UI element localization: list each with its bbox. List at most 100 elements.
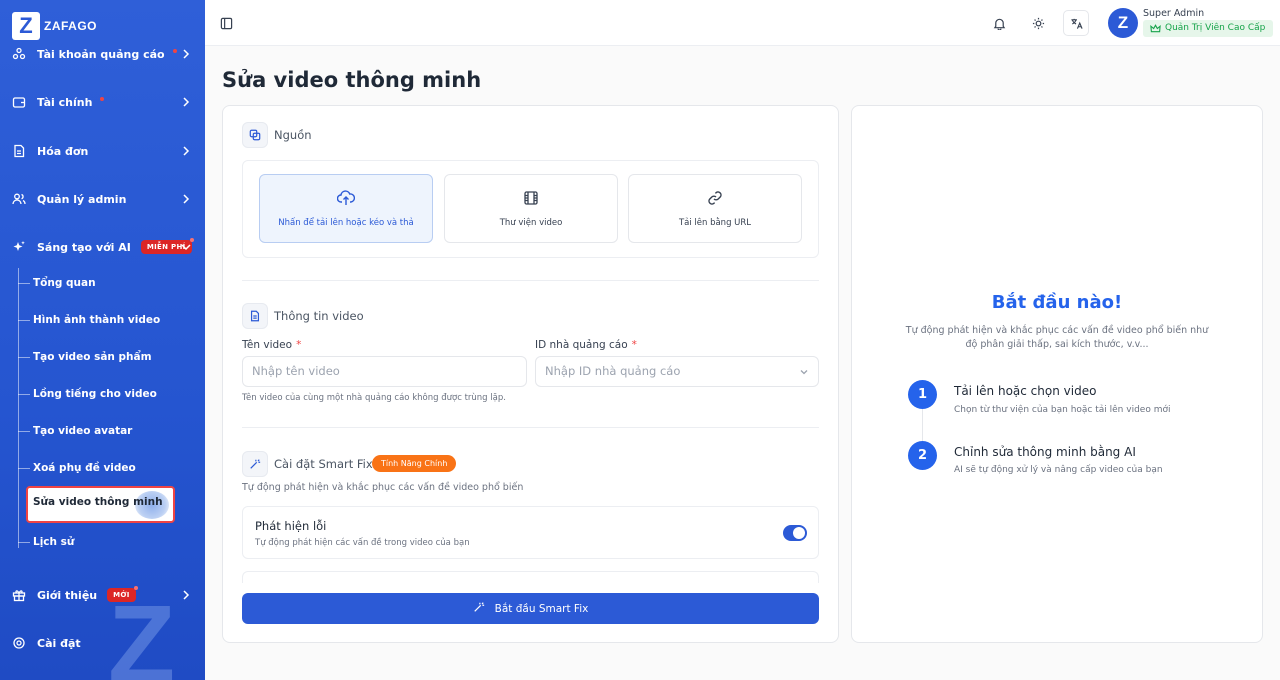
- url-option-label: Tải lên bằng URL: [678, 217, 752, 228]
- logo-mark: Z: [12, 12, 40, 40]
- library-option-label: Thư viện video: [499, 217, 563, 228]
- user-role-badge: Quản Trị Viên Cao Cấp: [1143, 20, 1274, 37]
- subnav-connector: [18, 320, 30, 321]
- video-name-label: Tên video *: [242, 339, 302, 351]
- logo-text: ZAFAGO: [44, 19, 97, 33]
- invoice-icon: [12, 144, 26, 158]
- sidebar-item-referral[interactable]: Giới thiệu MỚI: [12, 580, 193, 610]
- subnav-line: [18, 268, 19, 548]
- notification-dot: [100, 97, 105, 101]
- sidebar-item-label: Tài chính: [37, 95, 93, 109]
- chevron-right-icon: [183, 590, 190, 600]
- sub-item-voiceover[interactable]: Lồng tiếng cho video: [33, 384, 157, 404]
- gear-icon: [12, 636, 26, 650]
- guide-heading: Bắt đầu nào!: [991, 292, 1123, 313]
- topbar: Z Super Admin Quản Trị Viên Cao Cấp: [205, 0, 1280, 46]
- start-smart-fix-button[interactable]: Bắt đầu Smart Fix: [242, 593, 819, 624]
- sidebar-toggle-icon[interactable]: [213, 10, 239, 36]
- sidebar-item-label: Giới thiệu: [37, 588, 98, 602]
- step-title: Tải lên hoặc chọn video: [954, 384, 1097, 398]
- page-title: Sửa video thông minh: [222, 68, 482, 92]
- chevron-right-icon: [183, 146, 190, 156]
- advertiser-id-label: ID nhà quảng cáo *: [535, 339, 637, 351]
- user-name: Super Admin: [1143, 8, 1205, 19]
- guide-subtitle-line2: độ phân giải thấp, sai kích thước, v.v..…: [965, 339, 1149, 350]
- wallet-icon: [12, 95, 26, 109]
- step-number: 2: [908, 441, 937, 470]
- guide-card: [851, 105, 1263, 643]
- sidebar-item-settings[interactable]: Cài đặt: [12, 628, 193, 658]
- step-number: 1: [908, 380, 937, 409]
- sidebar-item-label: Sáng tạo với AI: [37, 240, 131, 254]
- upload-option[interactable]: Nhấn để tải lên hoặc kéo và thả: [259, 174, 433, 243]
- sidebar-item-ad-accounts[interactable]: Tài khoản quảng cáo: [12, 39, 193, 69]
- upload-cloud-icon: [336, 189, 356, 209]
- brand-logo[interactable]: Z ZAFAGO: [12, 12, 97, 40]
- advertiser-id-placeholder: Nhập ID nhà quảng cáo: [545, 364, 681, 378]
- chevron-down-icon: [181, 244, 191, 251]
- sub-item-label: Sửa video thông minh: [33, 496, 163, 508]
- main-feature-badge: Tính Năng Chính: [372, 455, 457, 472]
- copy-icon: [242, 122, 268, 148]
- avatar[interactable]: Z: [1108, 8, 1138, 38]
- sub-item-smart-edit-active[interactable]: Sửa video thông minh: [26, 486, 175, 523]
- sun-icon[interactable]: [1025, 10, 1051, 36]
- library-option[interactable]: Thư viện video: [444, 174, 618, 243]
- notification-dot: [172, 49, 177, 53]
- subnav-connector: [18, 357, 30, 358]
- video-info-title: Thông tin video: [274, 309, 364, 323]
- gift-icon: [12, 588, 26, 602]
- advertiser-id-select[interactable]: Nhập ID nhà quảng cáo: [535, 356, 819, 387]
- subnav-connector: [18, 468, 30, 469]
- ad-accounts-icon: [12, 47, 26, 61]
- error-detect-desc: Tự động phát hiện các vấn đề trong video…: [255, 538, 470, 548]
- chevron-right-icon: [183, 97, 190, 107]
- film-icon: [523, 190, 539, 209]
- link-icon: [707, 190, 723, 209]
- document-icon: [242, 303, 268, 329]
- sidebar-item-finance[interactable]: Tài chính: [12, 87, 193, 117]
- video-name-input[interactable]: Nhập tên video: [242, 356, 527, 387]
- sub-item-remove-subtitles[interactable]: Xoá phụ đề video: [33, 458, 136, 478]
- translate-icon[interactable]: [1063, 10, 1089, 36]
- sidebar-item-label: Cài đặt: [37, 636, 81, 650]
- video-name-hint: Tên video của cùng một nhà quảng cáo khô…: [242, 393, 506, 403]
- step-title: Chỉnh sửa thông minh bằng AI: [954, 445, 1136, 459]
- url-option[interactable]: Tải lên bằng URL: [628, 174, 802, 243]
- next-setting-card: [242, 571, 819, 583]
- divider: [242, 427, 819, 428]
- source-title: Nguồn: [274, 128, 312, 142]
- sub-item-history[interactable]: Lịch sử: [33, 532, 74, 552]
- steps-connector: [922, 409, 923, 441]
- magic-wand-icon: [242, 451, 268, 477]
- user-role-label: Quản Trị Viên Cao Cấp: [1165, 23, 1266, 33]
- error-detect-toggle[interactable]: [783, 525, 807, 541]
- smart-fix-title: Cài đặt Smart Fix: [274, 457, 373, 471]
- sparkles-icon: [12, 240, 26, 254]
- sidebar-item-label: Quản lý admin: [37, 192, 127, 206]
- sidebar-item-invoices[interactable]: Hóa đơn: [12, 136, 193, 166]
- sidebar-item-admin[interactable]: Quản lý admin: [12, 184, 193, 214]
- divider: [242, 280, 819, 281]
- error-detect-title: Phát hiện lỗi: [255, 519, 327, 533]
- subnav-connector: [18, 394, 30, 395]
- new-badge: MỚI: [107, 586, 138, 602]
- sidebar-item-ai-create[interactable]: Sáng tạo với AI MIỄN PHÍ: [12, 232, 194, 262]
- sidebar-item-label: Hóa đơn: [37, 144, 89, 158]
- guide-subtitle-line1: Tự động phát hiện và khắc phục các vấn đ…: [905, 325, 1209, 336]
- sub-item-image-to-video[interactable]: Hình ảnh thành video: [33, 310, 160, 330]
- upload-option-label: Nhấn để tải lên hoặc kéo và thả: [278, 217, 414, 228]
- subnav-connector: [18, 283, 30, 284]
- sub-item-avatar-video[interactable]: Tạo video avatar: [33, 421, 132, 441]
- smart-fix-description: Tự động phát hiện và khắc phục các vấn đ…: [242, 482, 524, 493]
- crown-icon: [1150, 23, 1161, 41]
- sidebar: Z ZAFAGO Tài khoản quảng cáo Tài chính H…: [0, 0, 205, 680]
- subnav-connector: [18, 431, 30, 432]
- chevron-down-icon: [800, 370, 808, 375]
- chevron-right-icon: [183, 49, 190, 59]
- sidebar-item-label: Tài khoản quảng cáo: [37, 47, 165, 61]
- sub-item-product-video[interactable]: Tạo video sản phẩm: [33, 347, 152, 367]
- bell-icon[interactable]: [986, 10, 1012, 36]
- magic-wand-icon: [473, 601, 485, 616]
- sub-item-overview[interactable]: Tổng quan: [33, 273, 96, 293]
